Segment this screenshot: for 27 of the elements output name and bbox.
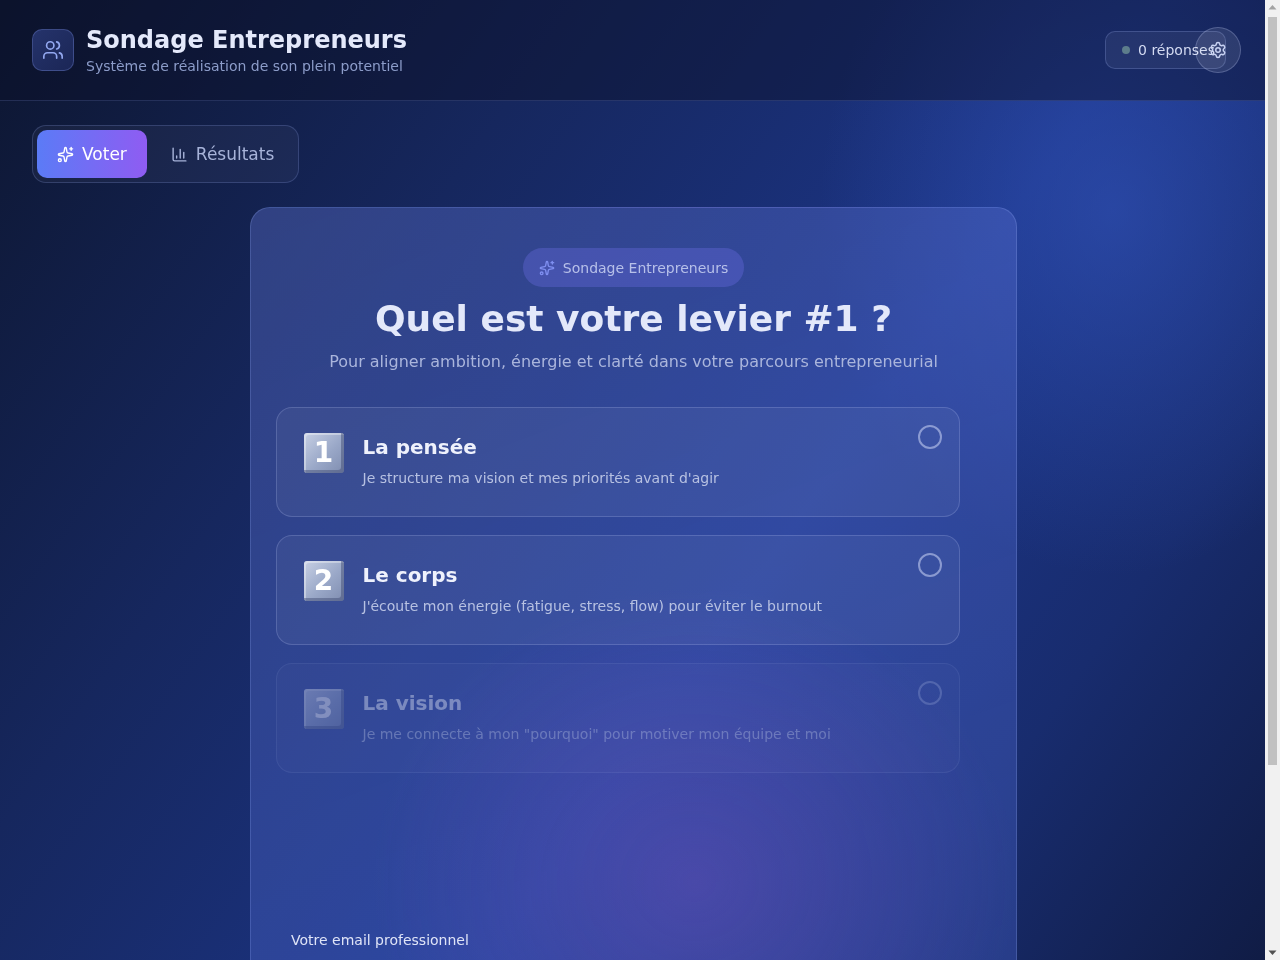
scrollbar-thumb[interactable] (1268, 17, 1277, 765)
number-keycap: 1 (303, 433, 344, 473)
answer-option[interactable]: 1 La pensée Je structure ma vision et mes priorités avant d'agir (275, 407, 960, 517)
bar-chart-icon (170, 145, 188, 163)
option-title: La pensée (362, 434, 478, 460)
badge-text: Sondage Entrepreneurs (562, 259, 729, 276)
tab[interactable]: Résultats (150, 130, 295, 178)
option-description: Je structure ma vision et mes priorités avant d'agir (362, 469, 719, 488)
option-description: J'écoute mon énergie (fatigue, stress, flow) pour éviter le burnout (362, 597, 823, 616)
status-dot-icon (1122, 46, 1131, 54)
option-title: Le corps (362, 562, 459, 588)
radio-button[interactable] (917, 553, 942, 577)
scrollbar[interactable] (1265, 0, 1280, 960)
email-label: Votre email professionnel (291, 931, 469, 950)
app-subtitle: Système de réalisation de son plein potentiel (86, 57, 404, 75)
users-icon (32, 29, 74, 71)
number-keycap: 2 (303, 561, 344, 601)
tab[interactable]: Voter (37, 130, 147, 178)
app-title: Sondage Entrepreneurs (86, 25, 407, 55)
radio-button[interactable] (917, 681, 942, 705)
option-title: La vision (362, 690, 464, 716)
question-heading: Quel est votre levier #1 ? (374, 297, 893, 341)
sparkles-icon (57, 145, 74, 163)
answer-option[interactable]: 2 Le corps J'écoute mon énergie (fatigue, stress, flow) pour éviter le burnout (275, 535, 960, 645)
question-intro: Pour aligner ambition, énergie et clarté dans votre parcours entrepreneurial (329, 351, 938, 373)
radio-button[interactable] (917, 425, 942, 449)
sparkles-icon (538, 259, 555, 276)
